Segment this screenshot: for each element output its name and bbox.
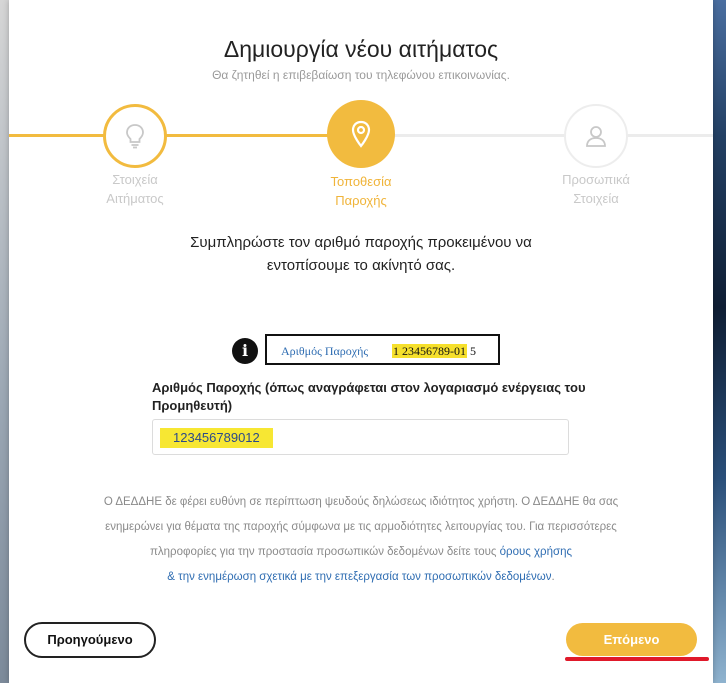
step-label-line1: Τοποθεσία	[330, 174, 392, 189]
example-number: 1 23456789-01 5	[392, 344, 476, 359]
disclaimer-end: .	[551, 571, 555, 583]
step-circle	[327, 100, 395, 168]
example-label: Αριθμός Παροχής	[281, 344, 369, 358]
supply-number-input[interactable]: 123456789012	[152, 419, 569, 455]
disclaimer-text: Ο ΔΕΔΔΗΕ δε φέρει ευθύνη σε περίπτωση ψε…	[91, 490, 631, 590]
step-label-line2: Παροχής	[335, 193, 387, 208]
step-personal-details[interactable]: Προσωπικά Στοιχεία	[521, 104, 671, 208]
instruction-text: Συμπληρώστε τον αριθμό παροχής προκειμέν…	[190, 234, 532, 274]
step-label: Στοιχεία Αιτήματος	[60, 170, 210, 208]
supply-number-label: Αριθμός Παροχής (όπως αναγράφεται στον λ…	[152, 380, 586, 413]
dialog-subtitle: Θα ζητηθεί η επιβεβαίωση του τηλεφώνου ε…	[212, 68, 510, 82]
lightbulb-icon	[126, 124, 144, 149]
step-label-line1: Στοιχεία	[112, 172, 158, 187]
previous-button[interactable]: Προηγούμενο	[24, 622, 156, 658]
step-label-line1: Προσωπικά	[562, 172, 630, 187]
supply-number-example: Αριθμός Παροχής 1 23456789-01 5	[265, 334, 500, 365]
step-label-line2: Αιτήματος	[106, 191, 164, 206]
next-button[interactable]: Επόμενο	[566, 623, 697, 656]
step-request-details[interactable]: Στοιχεία Αιτήματος	[60, 104, 210, 208]
supply-number-value: 123456789012	[160, 428, 273, 448]
step-supply-location[interactable]: Τοποθεσία Παροχής	[286, 100, 436, 210]
step-circle	[103, 104, 167, 168]
terms-of-use-link[interactable]: όρους χρήσης	[500, 546, 572, 558]
example-number-highlight: 1 23456789-01	[392, 344, 467, 358]
data-processing-link[interactable]: & την ενημέρωση σχετικά με την επεξεργασ…	[167, 571, 551, 583]
info-icon[interactable]: i	[232, 338, 258, 364]
user-icon	[586, 126, 606, 147]
step-label: Τοποθεσία Παροχής	[286, 172, 436, 210]
example-number-suffix: 5	[467, 344, 476, 358]
step-label-line2: Στοιχεία	[573, 191, 619, 206]
dialog-title: Δημιουργία νέου αιτήματος	[223, 36, 499, 62]
location-pin-icon	[351, 120, 371, 148]
annotation-underline	[565, 657, 709, 661]
step-circle	[564, 104, 628, 168]
step-label: Προσωπικά Στοιχεία	[521, 170, 671, 208]
create-request-dialog: Δημιουργία νέου αιτήματος Θα ζητηθεί η ε…	[9, 0, 713, 683]
